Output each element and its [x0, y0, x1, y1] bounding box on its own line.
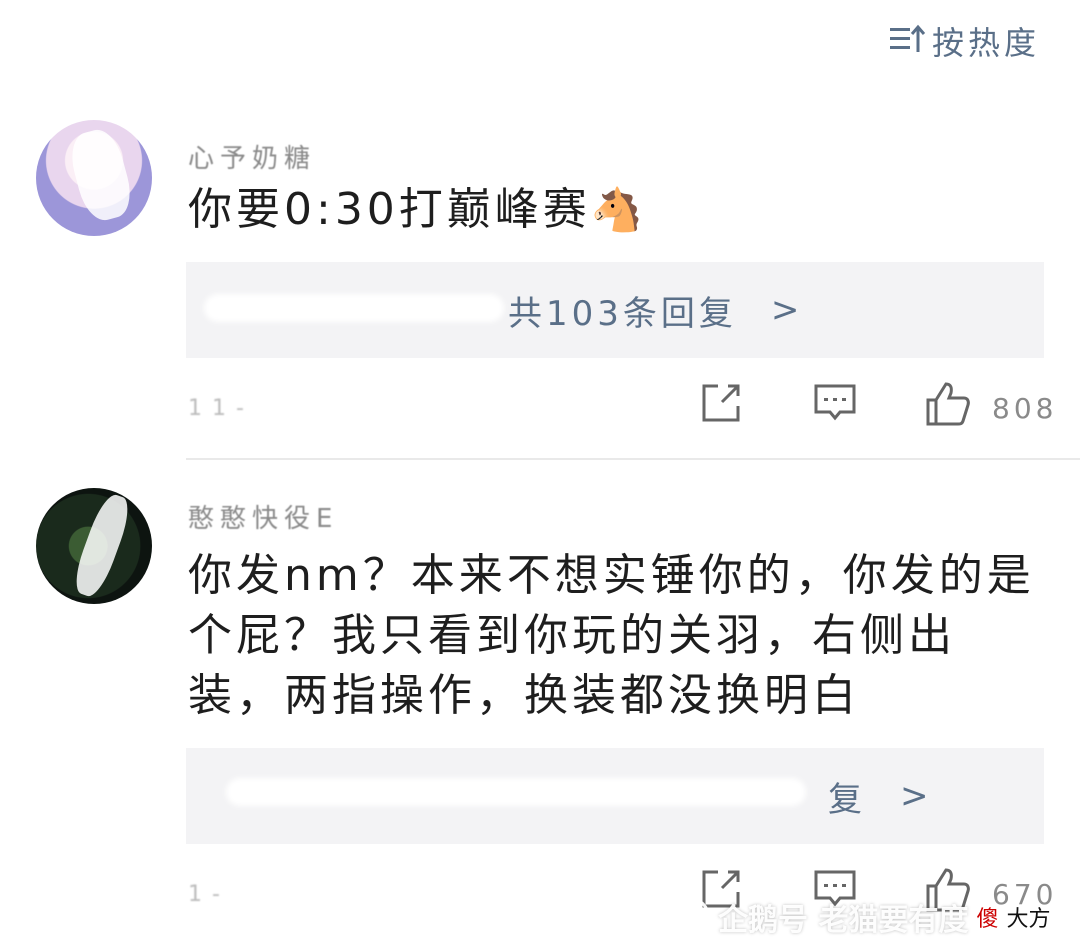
like-icon[interactable]: [924, 380, 972, 428]
comment-time: 11-: [188, 396, 254, 421]
sort-icon: [888, 22, 926, 60]
view-replies-button[interactable]: 复 >: [186, 748, 1044, 844]
comment-divider: [186, 458, 1080, 460]
comment-text: 你要0:30打巅峰赛🐴: [188, 184, 648, 235]
username[interactable]: 心予奶糖: [188, 138, 316, 175]
horse-emoji: 🐴: [590, 185, 648, 234]
chevron-right-icon: >: [770, 290, 800, 330]
sort-label: 按热度: [931, 24, 1040, 62]
watermark: 企鹅号 老猫要有度 傻大方: [670, 895, 1050, 939]
watermark-text: 企鹅号 老猫要有度: [718, 903, 969, 938]
comment-time: 1-: [188, 882, 230, 907]
like-count: 808: [992, 392, 1058, 425]
watermark-suffix-black: 大方: [1006, 907, 1051, 932]
chevron-right-icon: >: [900, 776, 929, 816]
username[interactable]: 憨憨快役E: [188, 498, 338, 535]
view-replies-button[interactable]: 共103条回复 >: [186, 262, 1044, 358]
reply-count-text: 复: [828, 779, 866, 820]
comment-actions: 11- 808: [188, 380, 1053, 440]
share-icon[interactable]: [698, 380, 744, 426]
watermark-suffix-red: 傻: [976, 907, 999, 932]
avatar[interactable]: [36, 488, 152, 604]
avatar[interactable]: [36, 120, 152, 236]
sort-by-popularity-button[interactable]: 按热度: [888, 18, 1040, 64]
penguin-logo-icon: [670, 897, 710, 937]
comment-text: 你发nm？本来不想实锤你的，你发的是个屁？我只看到你玩的关羽，右侧出装，两指操作…: [188, 550, 1035, 721]
reply-count-text: 共103条回复: [508, 293, 737, 334]
comment-icon[interactable]: [812, 380, 858, 426]
